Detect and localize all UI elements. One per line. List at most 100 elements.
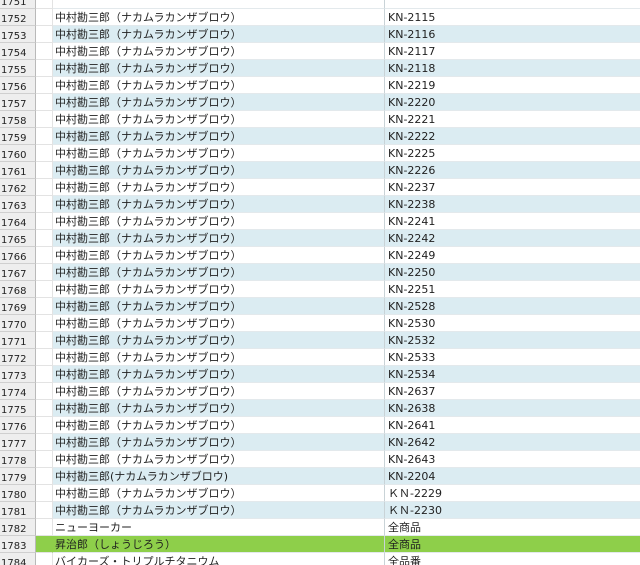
row-header[interactable]: 1782 xyxy=(0,519,36,536)
empty-cell[interactable] xyxy=(36,417,53,434)
empty-cell[interactable] xyxy=(36,553,53,565)
code-cell[interactable]: KN-2643 xyxy=(385,451,640,468)
empty-cell[interactable] xyxy=(36,366,53,383)
name-cell[interactable]: 中村勘三郎（ナカムラカンザブロウ） xyxy=(53,485,385,502)
empty-cell[interactable] xyxy=(36,60,53,77)
name-cell[interactable]: 中村勘三郎（ナカムラカンザブロウ） xyxy=(53,400,385,417)
code-cell[interactable]: KN-2641 xyxy=(385,417,640,434)
code-cell[interactable]: KN-2249 xyxy=(385,247,640,264)
name-cell[interactable]: 中村勘三郎（ナカムラカンザブロウ） xyxy=(53,298,385,315)
name-cell[interactable]: 中村勘三郎（ナカムラカンザブロウ） xyxy=(53,332,385,349)
row-header[interactable]: 1769 xyxy=(0,298,36,315)
empty-cell[interactable] xyxy=(36,468,53,485)
name-cell[interactable]: 中村勘三郎（ナカムラカンザブロウ） xyxy=(53,196,385,213)
empty-cell[interactable] xyxy=(36,196,53,213)
row-header[interactable]: 1756 xyxy=(0,77,36,94)
row-header[interactable]: 1753 xyxy=(0,26,36,43)
code-cell[interactable]: KN-2221 xyxy=(385,111,640,128)
name-cell[interactable]: 中村勘三郎（ナカムラカンザブロウ） xyxy=(53,9,385,26)
code-cell[interactable]: 全商品 xyxy=(385,519,640,536)
row-header[interactable]: 1770 xyxy=(0,315,36,332)
empty-cell[interactable] xyxy=(36,0,53,9)
code-cell[interactable]: ＫＮ-2229 xyxy=(385,485,640,502)
name-cell[interactable]: 中村勘三郎（ナカムラカンザブロウ） xyxy=(53,366,385,383)
empty-cell[interactable] xyxy=(36,281,53,298)
empty-cell[interactable] xyxy=(36,162,53,179)
code-cell[interactable]: KN-2251 xyxy=(385,281,640,298)
row-header[interactable]: 1778 xyxy=(0,451,36,468)
code-cell[interactable]: KN-2534 xyxy=(385,366,640,383)
row-header[interactable]: 1755 xyxy=(0,60,36,77)
empty-cell[interactable] xyxy=(36,94,53,111)
code-cell[interactable]: KN-2241 xyxy=(385,213,640,230)
name-cell[interactable]: バイカーズ・トリプルチタニウム xyxy=(53,553,385,565)
code-cell[interactable]: ＫＮ-2230 xyxy=(385,502,640,519)
row-header[interactable]: 1760 xyxy=(0,145,36,162)
empty-cell[interactable] xyxy=(36,26,53,43)
code-cell[interactable]: KN-2118 xyxy=(385,60,640,77)
empty-cell[interactable] xyxy=(36,485,53,502)
code-cell[interactable]: KN-2116 xyxy=(385,26,640,43)
name-cell[interactable]: 中村勘三郎（ナカムラカンザブロウ） xyxy=(53,502,385,519)
row-header[interactable]: 1779 xyxy=(0,468,36,485)
empty-cell[interactable] xyxy=(36,451,53,468)
row-header[interactable]: 1762 xyxy=(0,179,36,196)
row-header[interactable]: 1751 xyxy=(0,0,36,9)
name-cell[interactable]: 中村勘三郎（ナカムラカンザブロウ） xyxy=(53,434,385,451)
name-cell[interactable]: 中村勘三郎(ナカムラカンザブロウ) xyxy=(53,468,385,485)
name-cell[interactable]: 中村勘三郎（ナカムラカンザブロウ） xyxy=(53,26,385,43)
name-cell[interactable]: 中村勘三郎（ナカムラカンザブロウ） xyxy=(53,43,385,60)
name-cell[interactable]: 中村勘三郎（ナカムラカンザブロウ） xyxy=(53,60,385,77)
empty-cell[interactable] xyxy=(36,43,53,60)
code-cell[interactable]: KN-2642 xyxy=(385,434,640,451)
name-cell[interactable]: 中村勘三郎（ナカムラカンザブロウ） xyxy=(53,77,385,94)
row-header[interactable]: 1759 xyxy=(0,128,36,145)
code-cell[interactable]: KN-2220 xyxy=(385,94,640,111)
empty-cell[interactable] xyxy=(36,383,53,400)
row-header[interactable]: 1761 xyxy=(0,162,36,179)
row-header[interactable]: 1783 xyxy=(0,536,36,553)
empty-cell[interactable] xyxy=(36,349,53,366)
code-cell[interactable]: KN-2115 xyxy=(385,9,640,26)
code-cell[interactable]: KN-2204 xyxy=(385,468,640,485)
empty-cell[interactable] xyxy=(36,400,53,417)
empty-cell[interactable] xyxy=(36,247,53,264)
row-header[interactable]: 1765 xyxy=(0,230,36,247)
empty-cell[interactable] xyxy=(36,145,53,162)
code-cell[interactable]: 全商品 xyxy=(385,536,640,553)
name-cell[interactable]: 中村勘三郎（ナカムラカンザブロウ） xyxy=(53,111,385,128)
name-cell[interactable]: 中村勘三郎（ナカムラカンザブロウ） xyxy=(53,230,385,247)
empty-cell[interactable] xyxy=(36,9,53,26)
code-cell[interactable] xyxy=(385,0,640,9)
row-header[interactable]: 1754 xyxy=(0,43,36,60)
code-cell[interactable]: KN-2638 xyxy=(385,400,640,417)
empty-cell[interactable] xyxy=(36,519,53,536)
name-cell[interactable]: 中村勘三郎（ナカムラカンザブロウ） xyxy=(53,213,385,230)
row-header[interactable]: 1777 xyxy=(0,434,36,451)
name-cell[interactable]: 中村勘三郎（ナカムラカンザブロウ） xyxy=(53,349,385,366)
name-cell[interactable]: 中村勘三郎（ナカムラカンザブロウ） xyxy=(53,145,385,162)
name-cell[interactable]: 中村勘三郎（ナカムラカンザブロウ） xyxy=(53,383,385,400)
row-header[interactable]: 1752 xyxy=(0,9,36,26)
code-cell[interactable]: KN-2117 xyxy=(385,43,640,60)
empty-cell[interactable] xyxy=(36,179,53,196)
code-cell[interactable]: KN-2219 xyxy=(385,77,640,94)
row-header[interactable]: 1780 xyxy=(0,485,36,502)
row-header[interactable]: 1764 xyxy=(0,213,36,230)
empty-cell[interactable] xyxy=(36,213,53,230)
name-cell[interactable]: 中村勘三郎（ナカムラカンザブロウ） xyxy=(53,247,385,264)
empty-cell[interactable] xyxy=(36,230,53,247)
empty-cell[interactable] xyxy=(36,502,53,519)
empty-cell[interactable] xyxy=(36,536,53,553)
name-cell[interactable]: 中村勘三郎（ナカムラカンザブロウ） xyxy=(53,315,385,332)
name-cell[interactable]: 昇治郎（しょうじろう） xyxy=(53,536,385,553)
empty-cell[interactable] xyxy=(36,264,53,281)
code-cell[interactable]: KN-2237 xyxy=(385,179,640,196)
row-header[interactable]: 1771 xyxy=(0,332,36,349)
code-cell[interactable]: KN-2532 xyxy=(385,332,640,349)
code-cell[interactable]: KN-2222 xyxy=(385,128,640,145)
empty-cell[interactable] xyxy=(36,111,53,128)
name-cell[interactable]: 中村勘三郎（ナカムラカンザブロウ） xyxy=(53,264,385,281)
name-cell[interactable]: 中村勘三郎（ナカムラカンザブロウ） xyxy=(53,451,385,468)
row-header[interactable]: 1773 xyxy=(0,366,36,383)
